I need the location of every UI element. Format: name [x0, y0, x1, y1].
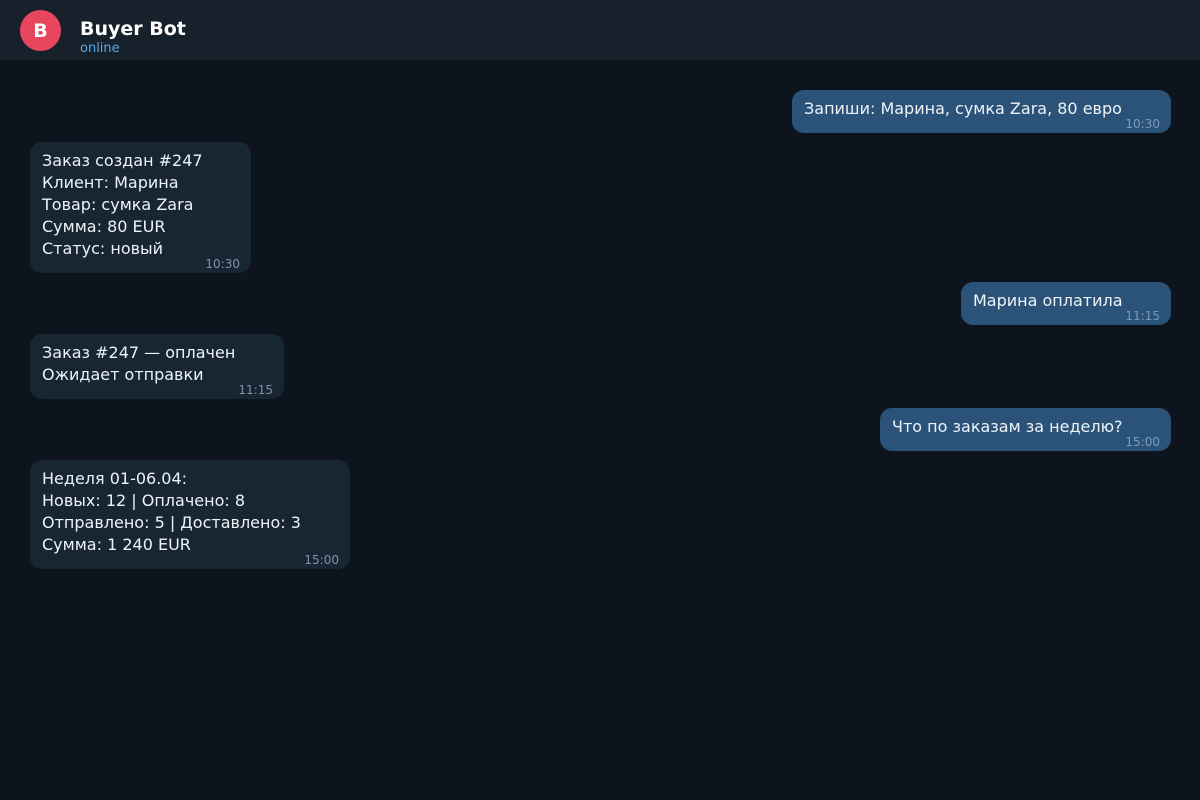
message-text: Что по заказам за неделю? — [892, 417, 1123, 436]
message-text: Неделя 01-06.04: — [42, 469, 188, 488]
avatar[interactable]: B — [20, 10, 61, 51]
message-time: 10:30 — [1125, 117, 1160, 131]
message-time: 15:00 — [304, 553, 339, 567]
message-text: Сумма: 1 240 EUR — [42, 535, 191, 554]
message-text: Клиент: Марина — [42, 173, 179, 192]
message-bubble-outgoing[interactable]: Запиши: Марина, сумка Zara, 80 евро 10:3… — [792, 90, 1171, 133]
message-bubble-incoming[interactable]: Заказ создан #247 Клиент: Марина Товар: … — [30, 142, 251, 273]
message-text: Отправлено: 5 | Доставлено: 3 — [42, 513, 301, 532]
message-bubble-outgoing[interactable]: Марина оплатила 11:15 — [961, 282, 1171, 325]
message-list: Запиши: Марина, сумка Zara, 80 евро 10:3… — [0, 61, 1200, 800]
chat-title[interactable]: Buyer Bot — [80, 18, 186, 40]
chat-header: B Buyer Bot online — [0, 0, 1200, 61]
message-bubble-outgoing[interactable]: Что по заказам за неделю? 15:00 — [880, 408, 1171, 451]
message-text: Новых: 12 | Оплачено: 8 — [42, 491, 246, 510]
message-time: 15:00 — [1125, 435, 1160, 449]
message-time: 11:15 — [1125, 309, 1160, 323]
message-text: Запиши: Марина, сумка Zara, 80 евро — [804, 99, 1122, 118]
message-bubble-incoming[interactable]: Заказ #247 — оплачен Ожидает отправки 11… — [30, 334, 284, 399]
message-text: Заказ #247 — оплачен — [42, 343, 236, 362]
message-bubble-incoming[interactable]: Неделя 01-06.04: Новых: 12 | Оплачено: 8… — [30, 460, 350, 569]
message-time: 11:15 — [238, 383, 273, 397]
message-text: Товар: сумка Zara — [42, 195, 194, 214]
message-text: Сумма: 80 EUR — [42, 217, 166, 236]
message-text: Заказ создан #247 — [42, 151, 203, 170]
message-time: 10:30 — [205, 257, 240, 271]
chat-status: online — [80, 41, 120, 56]
